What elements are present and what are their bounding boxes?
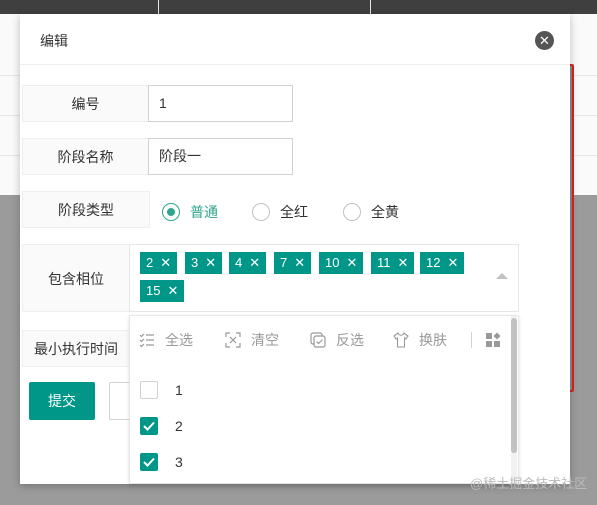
- phase-tag-label: 11: [377, 255, 391, 270]
- phase-tag: 10 ✕: [319, 252, 364, 274]
- phase-tag-label: 2: [146, 255, 154, 270]
- remove-tag-icon[interactable]: ✕: [160, 255, 171, 270]
- radio-label: 全黄: [371, 204, 399, 220]
- select-all-label: 全选: [165, 332, 193, 348]
- radio-circle-icon: [162, 203, 180, 221]
- phase-tag-label: 3: [191, 255, 199, 270]
- option-label: 3: [175, 454, 183, 470]
- skin-button[interactable]: 换肤: [393, 330, 447, 350]
- phase-tag-label: 4: [235, 255, 243, 270]
- radio-label: 全红: [280, 204, 308, 220]
- select-all-icon: [139, 333, 154, 348]
- phase-tag-label: 7: [280, 255, 288, 270]
- checkbox-icon: [140, 381, 158, 399]
- phase-tag: 7 ✕: [274, 252, 312, 274]
- remove-tag-icon[interactable]: ✕: [398, 255, 409, 270]
- phase-tag-label: 12: [426, 255, 441, 270]
- id-field[interactable]: 1: [148, 85, 293, 122]
- phase-tag-label: 15: [146, 283, 161, 298]
- clear-label: 清空: [251, 332, 279, 348]
- clear-icon: [225, 332, 241, 348]
- option-label: 2: [175, 418, 183, 434]
- skin-label: 换肤: [419, 332, 447, 348]
- dropdown-scrollbar-thumb[interactable]: [511, 318, 517, 453]
- remove-tag-icon[interactable]: ✕: [249, 255, 260, 270]
- phase-dropdown: 全选 清空 反选 换肤 1 2 3: [129, 315, 519, 484]
- invert-select-icon: [310, 332, 326, 348]
- stage-name-field[interactable]: 阶段一: [148, 138, 293, 175]
- id-label: 编号: [22, 85, 148, 122]
- chevron-up-icon[interactable]: [496, 273, 508, 279]
- option-label: 1: [175, 382, 183, 398]
- phase-label: 包含相位: [22, 244, 129, 312]
- remove-tag-icon[interactable]: ✕: [346, 255, 357, 270]
- radio-all-yellow[interactable]: 全黄: [343, 202, 399, 222]
- phase-tag: 11 ✕: [371, 252, 415, 274]
- phase-tag: 2 ✕: [140, 252, 178, 274]
- invert-select-button[interactable]: 反选: [310, 330, 364, 350]
- option-item[interactable]: 1: [140, 380, 183, 400]
- grid-icon: [486, 332, 501, 347]
- radio-circle-icon: [343, 203, 361, 221]
- close-icon[interactable]: ✕: [535, 31, 554, 50]
- min-time-label: 最小执行时间: [22, 330, 129, 367]
- skin-icon: [393, 332, 409, 348]
- radio-label: 普通: [190, 204, 218, 220]
- submit-button[interactable]: 提交: [29, 382, 95, 420]
- phase-tag: 4 ✕: [229, 252, 267, 274]
- watermark: @稀土掘金技术社区: [470, 476, 588, 491]
- phase-tag: 15 ✕: [140, 280, 185, 302]
- grid-button[interactable]: [485, 330, 511, 350]
- remove-tag-icon[interactable]: ✕: [447, 255, 458, 270]
- invert-select-label: 反选: [336, 332, 364, 348]
- radio-circle-icon: [252, 203, 270, 221]
- option-item[interactable]: 2: [140, 416, 183, 436]
- radio-normal[interactable]: 普通: [162, 202, 218, 222]
- background-table-header: [0, 0, 597, 14]
- remove-tag-icon[interactable]: ✕: [294, 255, 305, 270]
- dialog-title: 编辑: [40, 33, 68, 49]
- dialog-header: 编辑 ✕: [20, 14, 570, 65]
- option-item[interactable]: 3: [140, 452, 183, 472]
- select-all-button[interactable]: 全选: [139, 330, 193, 350]
- clear-button[interactable]: 清空: [225, 330, 279, 350]
- remove-tag-icon[interactable]: ✕: [167, 283, 178, 298]
- dropdown-scrollbar[interactable]: [511, 316, 517, 483]
- stage-type-label: 阶段类型: [22, 191, 150, 228]
- stage-name-label: 阶段名称: [22, 138, 148, 175]
- radio-all-red[interactable]: 全红: [252, 202, 308, 222]
- remove-tag-icon[interactable]: ✕: [205, 255, 216, 270]
- phase-tag: 3 ✕: [185, 252, 223, 274]
- phase-tag: 12 ✕: [420, 252, 465, 274]
- checkbox-checked-icon: [140, 417, 158, 435]
- toolbar-separator: [471, 332, 472, 348]
- phase-tag-label: 10: [325, 255, 340, 270]
- edit-dialog: 编辑 ✕ 编号 1 阶段名称 阶段一 阶段类型 普通 全红 全黄 包含相位 2 ✕…: [20, 14, 570, 484]
- checkbox-checked-icon: [140, 453, 158, 471]
